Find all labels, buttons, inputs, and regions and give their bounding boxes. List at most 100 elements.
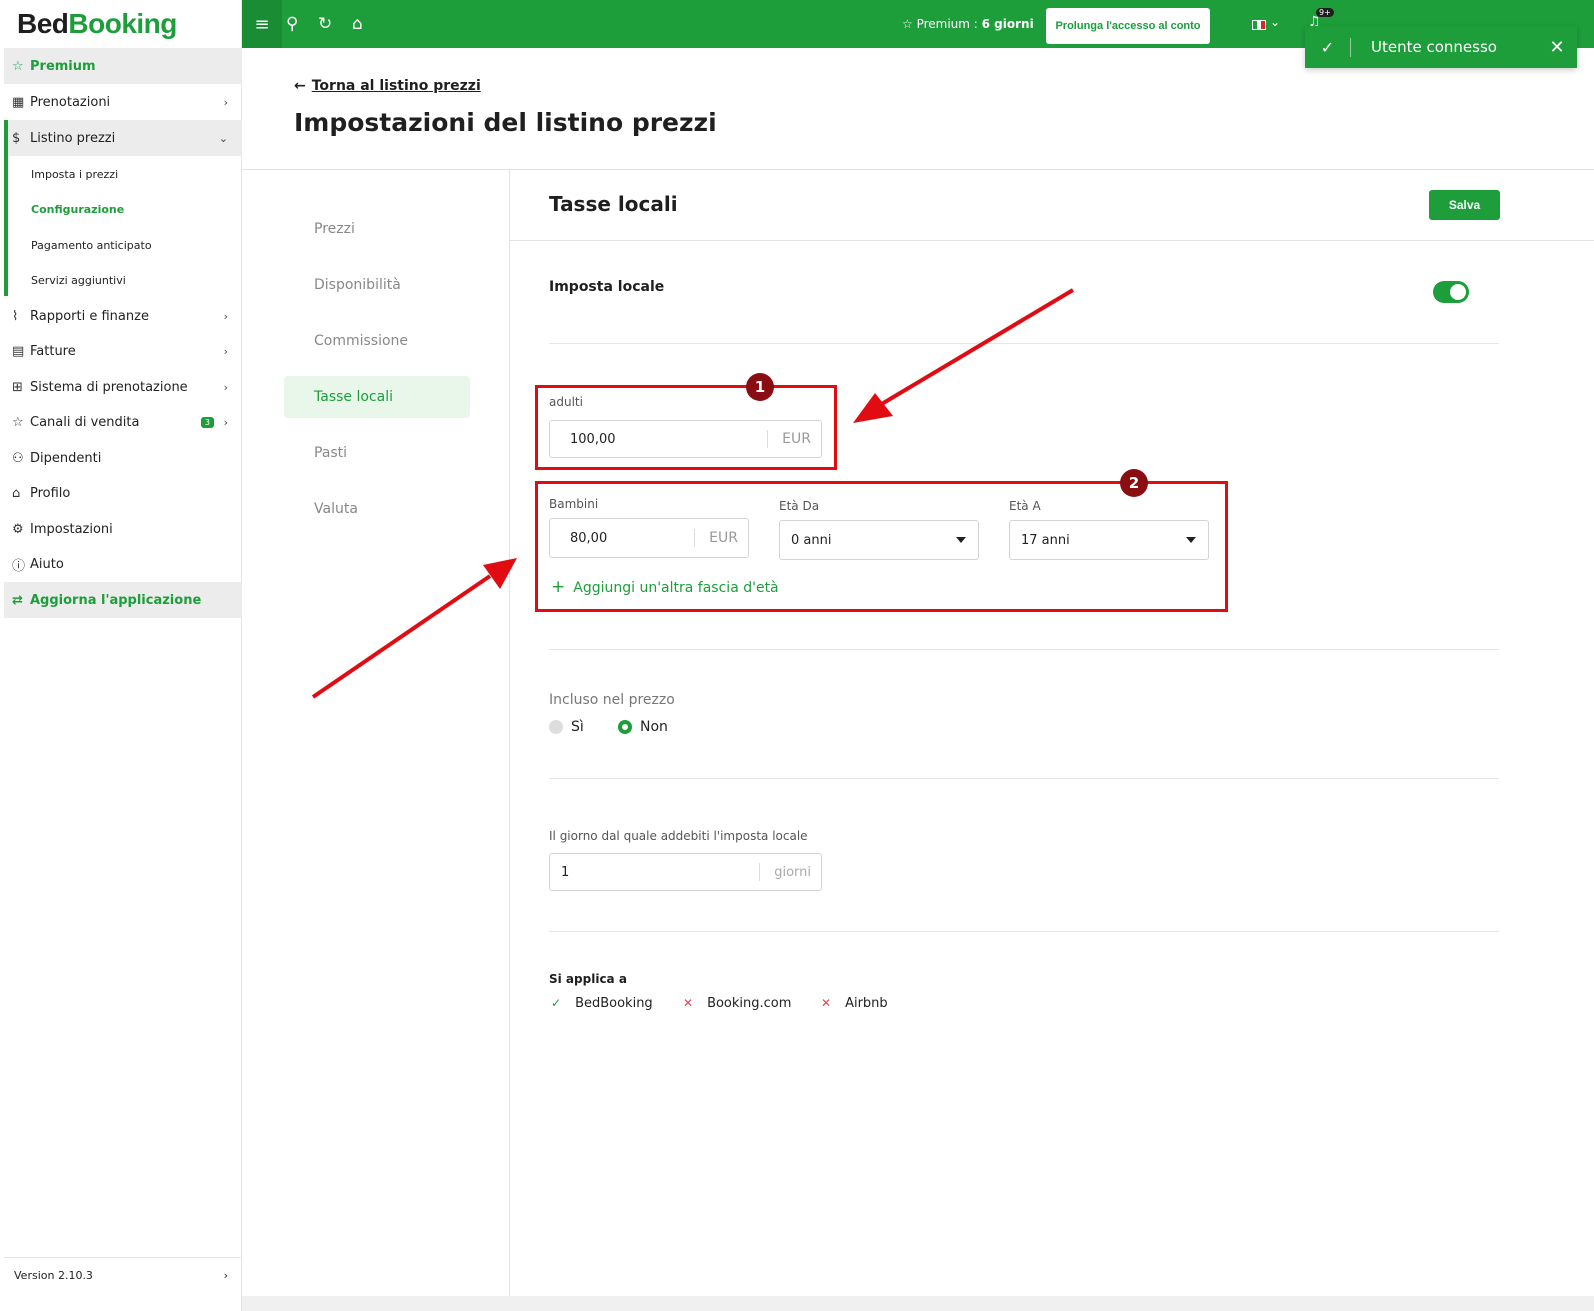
tab-tasse-locali[interactable]: Tasse locali <box>284 376 470 418</box>
back-link[interactable]: ← Torna al listino prezzi <box>294 78 481 94</box>
tab-valuta[interactable]: Valuta <box>284 488 470 530</box>
days-unit: giorni <box>759 863 821 881</box>
extend-account-button[interactable]: Prolunga l'accesso al conto <box>1046 8 1210 44</box>
annotation-number-2: 2 <box>1120 469 1148 497</box>
annotation-number-1: 1 <box>746 373 774 401</box>
info-icon: ⓘ <box>12 558 26 574</box>
charge-day-label: Il giorno dal quale addebiti l'imposta l… <box>549 829 808 843</box>
cross-icon: ✕ <box>821 996 832 1010</box>
channel-name: BedBooking <box>575 996 653 1011</box>
sidebar-item-canali-vendita[interactable]: ☆ Canali di vendita 3 › <box>4 404 242 440</box>
gear-icon: ⚙ <box>12 521 24 537</box>
horizontal-scrollbar[interactable] <box>242 1296 1594 1311</box>
toggle-knob <box>1450 284 1466 300</box>
sidebar-subitem-servizi-aggiuntivi[interactable]: Servizi aggiuntivi <box>4 262 242 298</box>
local-tax-toggle[interactable] <box>1433 281 1469 303</box>
applies-to-label: Si applica a <box>549 972 627 986</box>
page-title: Impostazioni del listino prezzi <box>294 108 717 137</box>
annotation-box-2 <box>535 481 1228 612</box>
tab-commissione[interactable]: Commissione <box>284 320 470 362</box>
radio-no-label: Non <box>640 719 668 735</box>
save-button[interactable]: Salva <box>1429 190 1500 220</box>
sidebar-item-label: Dipendenti <box>30 450 102 466</box>
logo[interactable]: BedBooking <box>17 8 177 40</box>
sidebar-item-label: Sistema di prenotazione <box>30 379 188 395</box>
tab-prezzi[interactable]: Prezzi <box>284 208 470 250</box>
divider <box>549 931 1499 932</box>
notification-count: 9+ <box>1316 8 1334 17</box>
arrow-left-icon: ← <box>294 78 306 94</box>
sidebar-item-label: Fatture <box>30 343 76 359</box>
sidebar-subitem-configurazione[interactable]: Configurazione <box>4 191 242 227</box>
star-icon: ☆ <box>902 17 917 31</box>
logo-part-1: Bed <box>17 8 69 39</box>
channel-booking-com: ✕ Booking.com <box>683 996 791 1011</box>
channel-name: Booking.com <box>707 996 792 1011</box>
tab-disponibilita[interactable]: Disponibilità <box>284 264 470 306</box>
chevron-right-icon: › <box>223 309 228 323</box>
italy-flag-icon[interactable] <box>1252 20 1266 30</box>
divider <box>549 778 1499 779</box>
search-icon[interactable]: ⚲ <box>286 14 298 34</box>
sidebar-item-sistema-prenotazione[interactable]: ⊞ Sistema di prenotazione › <box>4 369 242 405</box>
radio-checked-icon <box>618 720 632 734</box>
sidebar-item-aiuto[interactable]: ⓘ Aiuto <box>4 546 242 582</box>
arrow-to-box-1 <box>853 288 1075 423</box>
premium-status[interactable]: ☆ Premium : 6 giorni <box>902 17 1034 31</box>
close-icon[interactable]: ✕ <box>1537 37 1577 58</box>
invoice-icon: ▤ <box>12 343 25 359</box>
chevron-right-icon: › <box>223 1269 228 1282</box>
sidebar-item-label: Prenotazioni <box>30 94 111 110</box>
sidebar-item-prenotazioni[interactable]: ▦ Prenotazioni › <box>4 84 242 120</box>
sidebar-item-impostazioni[interactable]: ⚙ Impostazioni <box>4 511 242 547</box>
radio-yes[interactable]: Sì <box>549 719 584 735</box>
sidebar-item-rapporti[interactable]: ⌇ Rapporti e finanze › <box>4 298 242 334</box>
chevron-down-icon: ⌄ <box>218 131 228 145</box>
chevron-down-icon[interactable]: ⌄ <box>1270 15 1280 29</box>
chart-icon: ⌇ <box>12 308 19 324</box>
version-label: Version 2.10.3 <box>14 1269 93 1282</box>
check-circle-icon: ✓ <box>1305 37 1351 57</box>
sidebar-item-label: Aiuto <box>30 556 64 572</box>
sidebar-item-label: Rapporti e finanze <box>30 308 149 324</box>
sidebar-item-label: Impostazioni <box>30 521 113 537</box>
channel-bedbooking: ✓ BedBooking <box>551 996 653 1011</box>
sidebar-item-label: Canali di vendita <box>30 414 140 430</box>
sidebar-item-aggiorna[interactable]: ⇄ Aggiorna l'applicazione <box>4 582 242 618</box>
sidebar-item-listino-prezzi[interactable]: $ Listino prezzi ⌄ <box>4 120 242 156</box>
count-badge: 3 <box>200 416 214 428</box>
logo-part-2: Booking <box>68 8 177 39</box>
version-info[interactable]: Version 2.10.3 › <box>4 1257 242 1293</box>
menu-icon[interactable]: ≡ <box>242 0 282 48</box>
toast-notification: ✓ Utente connesso ✕ <box>1305 26 1577 68</box>
home-icon[interactable]: ⌂ <box>352 14 363 34</box>
included-in-price-label: Incluso nel prezzo <box>549 692 675 708</box>
annotation-box-1 <box>535 385 837 470</box>
charge-day-field[interactable]: 1 giorni <box>549 853 822 891</box>
sidebar-item-premium[interactable]: ☆ Premium <box>4 48 242 84</box>
sidebar-item-label: Premium <box>30 58 96 74</box>
chevron-right-icon: › <box>223 380 228 394</box>
sidebar-item-dipendenti[interactable]: ⚇ Dipendenti <box>4 440 242 476</box>
radio-no[interactable]: Non <box>618 719 668 735</box>
subitem-label: Imposta i prezzi <box>31 167 119 181</box>
channel-airbnb: ✕ Airbnb <box>821 996 888 1011</box>
sidebar-subitem-imposta-prezzi[interactable]: Imposta i prezzi <box>4 156 242 192</box>
chevron-right-icon: › <box>223 344 228 358</box>
refresh-icon[interactable]: ↻ <box>318 14 332 34</box>
toast-message: Utente connesso <box>1371 38 1497 56</box>
subitem-label: Configurazione <box>31 202 125 216</box>
grid-icon: ⊞ <box>12 379 23 395</box>
sidebar-subitem-pagamento-anticipato[interactable]: Pagamento anticipato <box>4 227 242 263</box>
settings-tabs: Prezzi Disponibilità Commissione Tasse l… <box>242 170 510 1300</box>
section-title: Tasse locali <box>549 192 678 216</box>
channel-name: Airbnb <box>845 996 888 1011</box>
star-icon: ☆ <box>12 414 24 430</box>
tab-pasti[interactable]: Pasti <box>284 432 470 474</box>
premium-prefix: Premium : <box>916 17 982 31</box>
refresh-icon: ⇄ <box>12 592 23 608</box>
sidebar-item-profilo[interactable]: ⌂ Profilo <box>4 475 242 511</box>
radio-unchecked-icon <box>549 720 563 734</box>
sidebar-item-label: Profilo <box>30 485 71 501</box>
sidebar-item-fatture[interactable]: ▤ Fatture › <box>4 333 242 369</box>
